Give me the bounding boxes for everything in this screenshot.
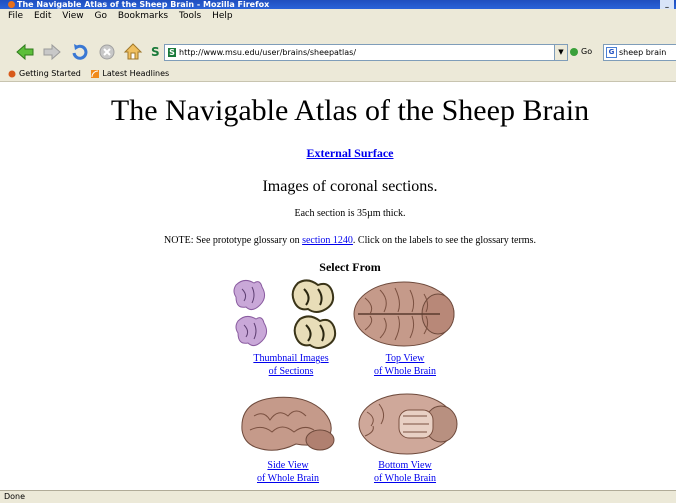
rss-feed-icon	[91, 69, 100, 78]
side-view-link-line2[interactable]: of Whole Brain	[257, 473, 319, 484]
url-text[interactable]: http://www.msu.edu/user/brains/sheepatla…	[179, 48, 356, 57]
page-title: The Navigable Atlas of the Sheep Brain	[110, 94, 590, 127]
side-view-caption: Side View of Whole Brain	[238, 459, 338, 485]
glossary-section-link[interactable]: section 1240	[302, 235, 353, 246]
page-content: The Navigable Atlas of the Sheep Brain E…	[0, 82, 676, 490]
side-view-link[interactable]: Side View	[267, 460, 308, 471]
menu-go[interactable]: Go	[94, 11, 106, 21]
top-view-link[interactable]: Top View	[386, 353, 425, 364]
getting-started-icon	[8, 70, 16, 77]
navigation-toolbar: S Shttp://www.msu.edu/user/brains/sheepa…	[0, 23, 676, 67]
menu-file[interactable]: File	[8, 11, 23, 21]
back-arrow-icon[interactable]	[15, 42, 35, 62]
window-title-bar: The Navigable Atlas of the Sheep Brain -…	[0, 0, 676, 9]
section-thumbnails-image[interactable]	[232, 277, 350, 351]
top-view-caption: Top View of Whole Brain	[355, 352, 455, 378]
select-from-heading: Select From	[319, 260, 381, 274]
forward-arrow-icon[interactable]	[42, 42, 62, 62]
glossary-note: NOTE: See prototype glossary on section …	[164, 235, 536, 246]
status-bar: Done	[0, 490, 676, 503]
window-title: The Navigable Atlas of the Sheep Brain -…	[17, 0, 270, 9]
page-favicon-icon: S	[168, 48, 176, 57]
bottom-view-link-line2[interactable]: of Whole Brain	[374, 473, 436, 484]
search-text[interactable]: sheep brain	[619, 48, 666, 57]
bottom-view-link[interactable]: Bottom View	[378, 460, 431, 471]
menu-tools[interactable]: Tools	[179, 11, 201, 21]
status-text: Done	[4, 492, 26, 501]
menu-bar: File Edit View Go Bookmarks Tools Help	[0, 9, 676, 23]
menu-help[interactable]: Help	[212, 11, 233, 21]
bottom-view-brain-image[interactable]	[355, 386, 461, 462]
search-input[interactable]: Gsheep brain	[603, 44, 676, 61]
bookmarks-toolbar: Getting Started Latest Headlines	[0, 66, 676, 82]
go-label: Go	[581, 47, 593, 56]
side-view-brain-image[interactable]	[236, 390, 340, 460]
section-subtitle: Images of coronal sections.	[262, 178, 438, 195]
top-view-link-line2[interactable]: of Whole Brain	[374, 366, 436, 377]
window-minimize-button[interactable]: _	[660, 0, 674, 9]
bookmark-latest-headlines[interactable]: Latest Headlines	[91, 66, 169, 81]
menu-view[interactable]: View	[62, 11, 83, 21]
reload-icon[interactable]	[70, 42, 90, 62]
url-bar[interactable]: Shttp://www.msu.edu/user/brains/sheepatl…	[164, 44, 556, 61]
top-view-brain-image[interactable]	[350, 276, 460, 352]
menu-bookmarks[interactable]: Bookmarks	[118, 11, 168, 21]
home-icon[interactable]	[123, 42, 143, 62]
stop-icon[interactable]	[97, 42, 117, 62]
site-identity-icon: S	[151, 45, 160, 59]
thumbnail-images-link[interactable]: Thumbnail Images	[253, 353, 328, 364]
firefox-icon	[8, 1, 15, 8]
google-search-icon[interactable]: G	[606, 47, 617, 58]
bottom-view-caption: Bottom View of Whole Brain	[355, 459, 455, 485]
external-surface-row: External Surface	[0, 146, 676, 161]
go-button[interactable]: Go	[570, 46, 592, 58]
url-dropdown-arrow-icon[interactable]: ▼	[554, 44, 568, 61]
go-arrow-icon	[570, 47, 578, 56]
thumbnail-images-link-line2[interactable]: of Sections	[269, 366, 314, 377]
bookmark-getting-started[interactable]: Getting Started	[8, 66, 81, 81]
menu-edit[interactable]: Edit	[34, 11, 51, 21]
external-surface-link[interactable]: External Surface	[307, 146, 394, 160]
thumbnail-images-caption: Thumbnail Images of Sections	[231, 352, 351, 378]
section-thickness-text: Each section is 35µm thick.	[294, 208, 406, 219]
